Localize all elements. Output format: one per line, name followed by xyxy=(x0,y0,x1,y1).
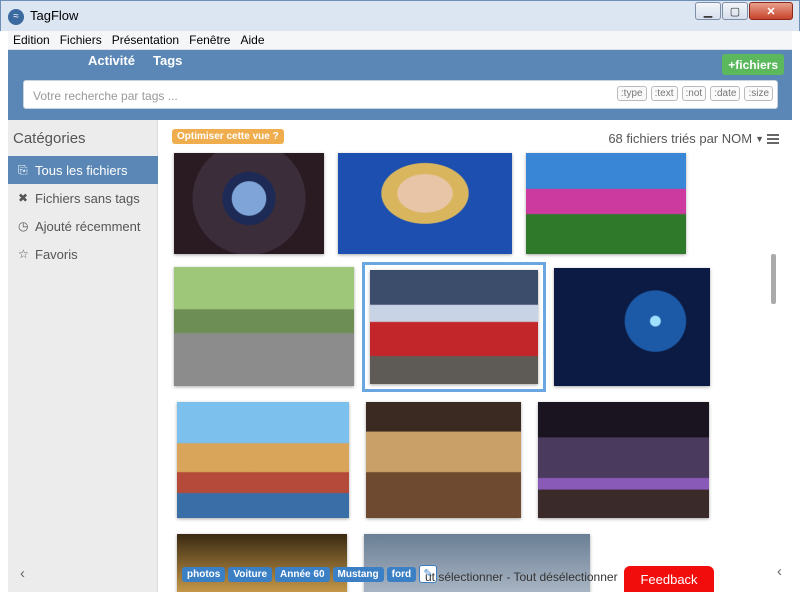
file-grid: Optimiser cette vue ? 68 fichiers triés … xyxy=(158,120,792,592)
search-filters: :type :text :not :date :size xyxy=(613,86,773,101)
filter-text-chip[interactable]: :text xyxy=(650,86,678,101)
sidebar-item-recent[interactable]: ◷ Ajouté récemment xyxy=(8,212,158,240)
filter-date-chip[interactable]: :date xyxy=(710,86,741,101)
files-icon: ⎘ xyxy=(18,162,28,177)
categories-title: Catégories xyxy=(13,130,86,147)
tag-photos[interactable]: photos xyxy=(182,566,226,582)
sidebar-item-label: Favoris xyxy=(35,246,78,262)
clock-icon: ◷ xyxy=(18,219,29,233)
menu-presentation[interactable]: Présentation xyxy=(107,33,184,47)
sidebar-item-label: Ajouté récemment xyxy=(35,218,141,234)
sidebar-item-all-files[interactable]: ⎘ Tous les fichiers xyxy=(8,156,158,184)
search-box[interactable]: Votre recherche par tags ... :type :text… xyxy=(23,80,778,109)
tag-mustang[interactable]: Mustang xyxy=(332,566,384,582)
sidebar-item-label: Fichiers sans tags xyxy=(35,190,140,206)
app-logo-icon: ≈ xyxy=(8,9,24,25)
menu-fenetre[interactable]: Fenêtre xyxy=(184,33,235,47)
filter-type-chip[interactable]: :type xyxy=(616,86,647,101)
minimize-button[interactable]: ▁ xyxy=(695,2,721,20)
photo-thumbnail[interactable] xyxy=(177,402,349,518)
sidebar: Catégories ⎘ Tous les fichiers ✖ Fichier… xyxy=(8,120,158,592)
sidebar-item-label: Tous les fichiers xyxy=(35,162,128,178)
window-title: TagFlow xyxy=(30,8,79,23)
sort-control[interactable]: 68 fichiers triés par NOM ▼ xyxy=(608,131,779,146)
photo-thumbnail[interactable] xyxy=(174,153,324,254)
filter-size-chip[interactable]: :size xyxy=(744,86,773,101)
add-files-button[interactable]: +fichiers xyxy=(722,54,784,75)
photo-thumbnail-selected[interactable] xyxy=(362,262,546,392)
list-view-icon[interactable] xyxy=(767,133,779,144)
close-button[interactable]: ✕ xyxy=(749,2,793,20)
scrollbar-thumb[interactable] xyxy=(771,254,776,304)
x-icon: ✖ xyxy=(18,191,29,205)
tag-ford[interactable]: ford xyxy=(386,566,417,582)
photo-thumbnail[interactable] xyxy=(338,153,512,254)
feedback-button[interactable]: Feedback xyxy=(624,566,714,592)
chevron-left-icon[interactable]: ‹ xyxy=(20,565,25,582)
selected-file-tags: photos Voiture Année 60 Mustang ford ✎ xyxy=(182,564,438,584)
sidebar-item-untagged[interactable]: ✖ Fichiers sans tags xyxy=(8,184,158,212)
chevron-left-icon[interactable]: ‹ xyxy=(777,563,782,580)
caret-down-icon: ▼ xyxy=(755,133,764,144)
header-bar: Activité Tags +fichiers Votre recherche … xyxy=(8,50,792,120)
photo-thumbnail[interactable] xyxy=(538,402,709,518)
menu-fichiers[interactable]: Fichiers xyxy=(55,33,107,47)
maximize-button[interactable]: ▢ xyxy=(722,2,748,20)
photo-thumbnail[interactable] xyxy=(366,402,521,518)
photo-thumbnail[interactable] xyxy=(526,153,686,254)
scrollbar[interactable] xyxy=(771,154,776,564)
star-icon: ☆ xyxy=(18,247,29,261)
tab-activite[interactable]: Activité xyxy=(88,53,135,68)
sort-label: 68 fichiers triés par NOM xyxy=(608,131,753,146)
photo-thumbnail[interactable] xyxy=(554,268,710,386)
tab-tags[interactable]: Tags xyxy=(153,53,182,68)
tag-annee-60[interactable]: Année 60 xyxy=(275,566,330,582)
menu-bar: Edition Fichiers Présentation Fenêtre Ai… xyxy=(8,31,792,50)
search-input[interactable]: Votre recherche par tags ... xyxy=(33,89,178,103)
menu-aide[interactable]: Aide xyxy=(235,33,269,47)
sidebar-item-favorites[interactable]: ☆ Favoris xyxy=(8,240,158,268)
optimize-view-button[interactable]: Optimiser cette vue ? xyxy=(172,129,284,144)
tag-voiture[interactable]: Voiture xyxy=(228,566,273,582)
filter-not-chip[interactable]: :not xyxy=(681,86,707,101)
title-bar: ≈ TagFlow ▁ ▢ ✕ xyxy=(0,0,800,31)
select-all-links[interactable]: ut sélectionner - Tout désélectionner xyxy=(425,570,625,584)
photo-thumbnail[interactable] xyxy=(174,267,354,386)
menu-edition[interactable]: Edition xyxy=(8,33,55,47)
